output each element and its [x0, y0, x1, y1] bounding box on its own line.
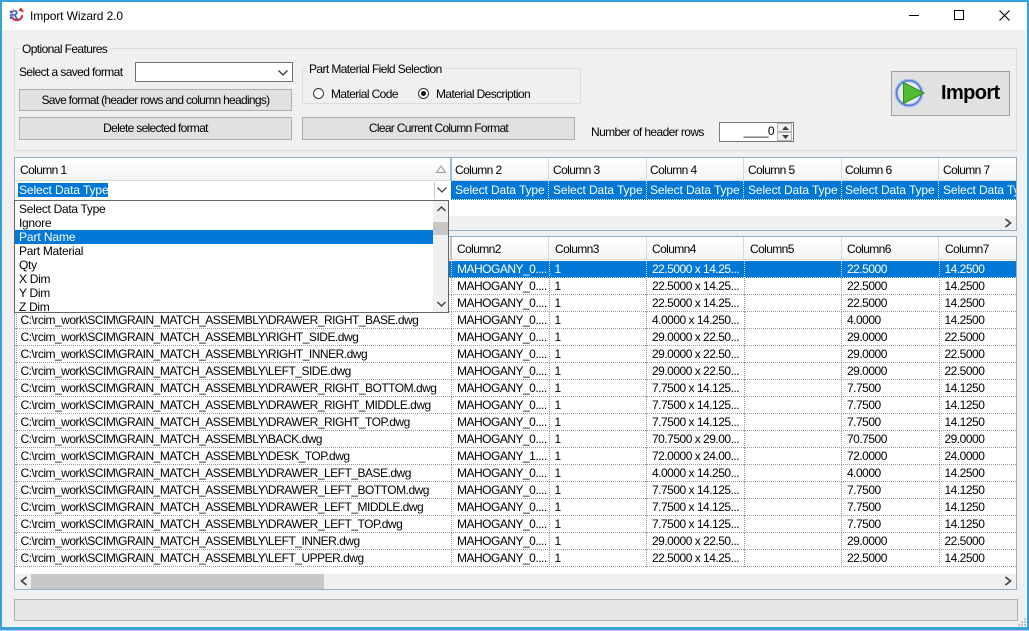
svg-text:R: R: [9, 7, 19, 22]
